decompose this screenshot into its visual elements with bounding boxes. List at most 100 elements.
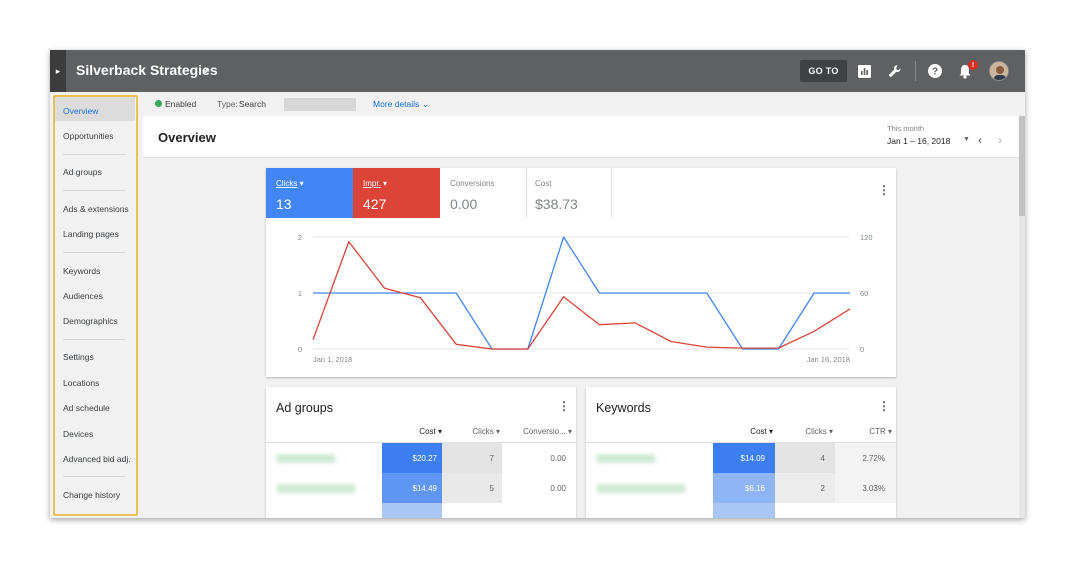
redacted-ad-group-name[interactable] bbox=[276, 454, 336, 463]
table-cell-clicks: 2 bbox=[820, 484, 825, 493]
more-vert-icon[interactable]: ⋮ bbox=[878, 183, 890, 197]
table-cell-cost: $14.49 bbox=[412, 484, 437, 493]
column-header-conversions[interactable]: Conversio... ▾ bbox=[502, 427, 572, 436]
table-cell-cost: $20.27 bbox=[412, 454, 437, 463]
metric-clicks[interactable]: Clicks ▾ 13 bbox=[266, 168, 353, 218]
column-header-ctr[interactable]: CTR ▾ bbox=[836, 427, 892, 436]
x-axis-end-label: Jan 16, 2018 bbox=[807, 355, 850, 364]
sidebar-item-locations[interactable]: Locations bbox=[63, 378, 99, 388]
dropdown-icon: ▾ bbox=[383, 179, 388, 188]
more-vert-icon[interactable]: ⋮ bbox=[878, 399, 890, 413]
sidebar-item-advanced-bid-adj[interactable]: Advanced bid adj. bbox=[63, 454, 131, 464]
avatar[interactable] bbox=[989, 61, 1009, 81]
redacted-keyword-text[interactable] bbox=[596, 484, 686, 493]
previous-period-icon[interactable]: ‹ bbox=[978, 133, 982, 147]
goto-button[interactable]: GO TO bbox=[800, 60, 847, 82]
column-header-cost[interactable]: Cost ▾ bbox=[382, 427, 442, 436]
sidebar-item-change-history[interactable]: Change history bbox=[63, 490, 120, 500]
right-axis-tick-label: 0 bbox=[860, 345, 864, 354]
help-icon[interactable]: ? bbox=[927, 63, 943, 79]
redacted-ad-group-name[interactable] bbox=[276, 484, 356, 493]
top-bar: ▸ Silverback Strategies › GO TO ? ! bbox=[50, 50, 1025, 92]
reports-icon[interactable] bbox=[856, 63, 872, 79]
table-cell-ctr: 2.72% bbox=[862, 454, 885, 463]
column-header-cost[interactable]: Cost ▾ bbox=[713, 427, 773, 436]
metric-conversions[interactable]: Conversions 0.00 bbox=[440, 168, 527, 218]
table-cell-cost: $14.09 bbox=[740, 454, 765, 463]
sidebar-item-demographics[interactable]: Demographics bbox=[63, 316, 118, 326]
keywords-title: Keywords bbox=[596, 401, 651, 415]
page-scrollbar[interactable] bbox=[1019, 116, 1025, 518]
keywords-card: Keywords ⋮ Cost ▾ Clicks ▾ CTR ▾ $14.09 … bbox=[586, 387, 896, 518]
more-vert-icon[interactable]: ⋮ bbox=[558, 399, 570, 413]
nav-divider bbox=[63, 190, 125, 191]
ad-groups-title: Ad groups bbox=[276, 401, 333, 415]
sidebar-item-landing-pages[interactable]: Landing pages bbox=[63, 229, 119, 239]
toolbar-divider bbox=[915, 61, 916, 81]
status-enabled-icon bbox=[155, 100, 162, 107]
sidebar-item-ads-extensions[interactable]: Ads & extensions bbox=[63, 204, 129, 214]
metric-value: 427 bbox=[363, 196, 387, 212]
dropdown-icon: ▾ bbox=[299, 179, 304, 188]
nav-divider bbox=[63, 154, 125, 155]
left-axis-tick-label: 1 bbox=[298, 289, 302, 298]
sidebar-item-devices[interactable]: Devices bbox=[63, 429, 93, 439]
page-header: Overview This month Jan 1 – 16, 2018 ▼ ‹… bbox=[143, 116, 1019, 158]
drawer-toggle-button[interactable]: ▸ bbox=[50, 50, 66, 92]
more-details-link[interactable]: More details ⌄ bbox=[373, 99, 429, 110]
date-range-picker[interactable]: Jan 1 – 16, 2018 bbox=[887, 136, 950, 146]
type-label: Type: bbox=[217, 99, 238, 109]
metric-value: $38.73 bbox=[535, 196, 578, 212]
nav-divider bbox=[63, 339, 125, 340]
table-cell-cost: $6.16 bbox=[744, 484, 765, 493]
type-value: Search bbox=[239, 99, 266, 109]
nav-divider bbox=[63, 252, 125, 253]
table-cell-conversions: 0.00 bbox=[550, 454, 566, 463]
notification-badge: ! bbox=[968, 60, 978, 70]
right-axis-tick-label: 120 bbox=[860, 233, 873, 242]
right-axis-tick-label: 60 bbox=[860, 289, 868, 298]
expand-icon: ▸ bbox=[55, 65, 61, 76]
line-chart: 0 0 1 60 2 120 Jan 1, 2018 Jan 16, 2018 bbox=[298, 233, 873, 364]
left-axis-tick-label: 0 bbox=[298, 345, 302, 354]
left-axis-tick-label: 2 bbox=[298, 233, 302, 242]
metric-value: 13 bbox=[276, 196, 292, 212]
sidebar-item-ad-schedule[interactable]: Ad schedule bbox=[63, 403, 110, 413]
next-period-icon[interactable]: › bbox=[998, 133, 1002, 147]
redacted-field bbox=[284, 98, 356, 111]
scrollbar-thumb[interactable] bbox=[1019, 116, 1025, 216]
page-title: Overview bbox=[158, 130, 216, 145]
campaign-status-bar: Enabled Type: Search More details ⌄ bbox=[140, 92, 1025, 116]
svg-text:?: ? bbox=[932, 67, 938, 78]
account-chevron-icon[interactable]: › bbox=[204, 61, 209, 77]
series-line-impr bbox=[312, 241, 851, 350]
sidebar-item-overview[interactable]: Overview bbox=[63, 106, 98, 116]
status-text[interactable]: Enabled bbox=[165, 99, 196, 109]
sidebar-item-ad-groups[interactable]: Ad groups bbox=[63, 167, 102, 177]
table-cell-conversions: 0.00 bbox=[550, 484, 566, 493]
metric-cost[interactable]: Cost $38.73 bbox=[525, 168, 612, 218]
ad-groups-card: Ad groups ⋮ Cost ▾ Clicks ▾ Conversio...… bbox=[266, 387, 576, 518]
nav-divider bbox=[63, 476, 125, 477]
sidebar-nav: Overview Opportunities Ad groups Ads & e… bbox=[50, 92, 140, 518]
account-name[interactable]: Silverback Strategies bbox=[76, 62, 218, 78]
sidebar-item-keywords[interactable]: Keywords bbox=[63, 266, 100, 276]
metric-value: 0.00 bbox=[450, 196, 478, 212]
chevron-down-icon: ⌄ bbox=[421, 99, 430, 109]
table-cell-clicks: 7 bbox=[489, 454, 494, 463]
sidebar-item-opportunities[interactable]: Opportunities bbox=[63, 131, 114, 141]
table-cell-clicks: 4 bbox=[820, 454, 825, 463]
column-header-clicks[interactable]: Clicks ▾ bbox=[773, 427, 833, 436]
date-dropdown-icon[interactable]: ▼ bbox=[963, 136, 970, 143]
overview-chart-card: Clicks ▾ 13 Impr. ▾ 427 Conversions 0.00… bbox=[266, 168, 896, 377]
sidebar-item-settings[interactable]: Settings bbox=[63, 352, 94, 362]
table-cell-ctr: 3.03% bbox=[862, 484, 885, 493]
tools-icon[interactable] bbox=[886, 63, 902, 79]
redacted-keyword-text[interactable] bbox=[596, 454, 656, 463]
x-axis-start-label: Jan 1, 2018 bbox=[313, 355, 352, 364]
table-cell-clicks: 5 bbox=[489, 484, 494, 493]
column-header-clicks[interactable]: Clicks ▾ bbox=[442, 427, 500, 436]
date-range-label: This month bbox=[887, 124, 925, 133]
sidebar-item-audiences[interactable]: Audiences bbox=[63, 291, 103, 301]
metric-impressions[interactable]: Impr. ▾ 427 bbox=[353, 168, 440, 218]
